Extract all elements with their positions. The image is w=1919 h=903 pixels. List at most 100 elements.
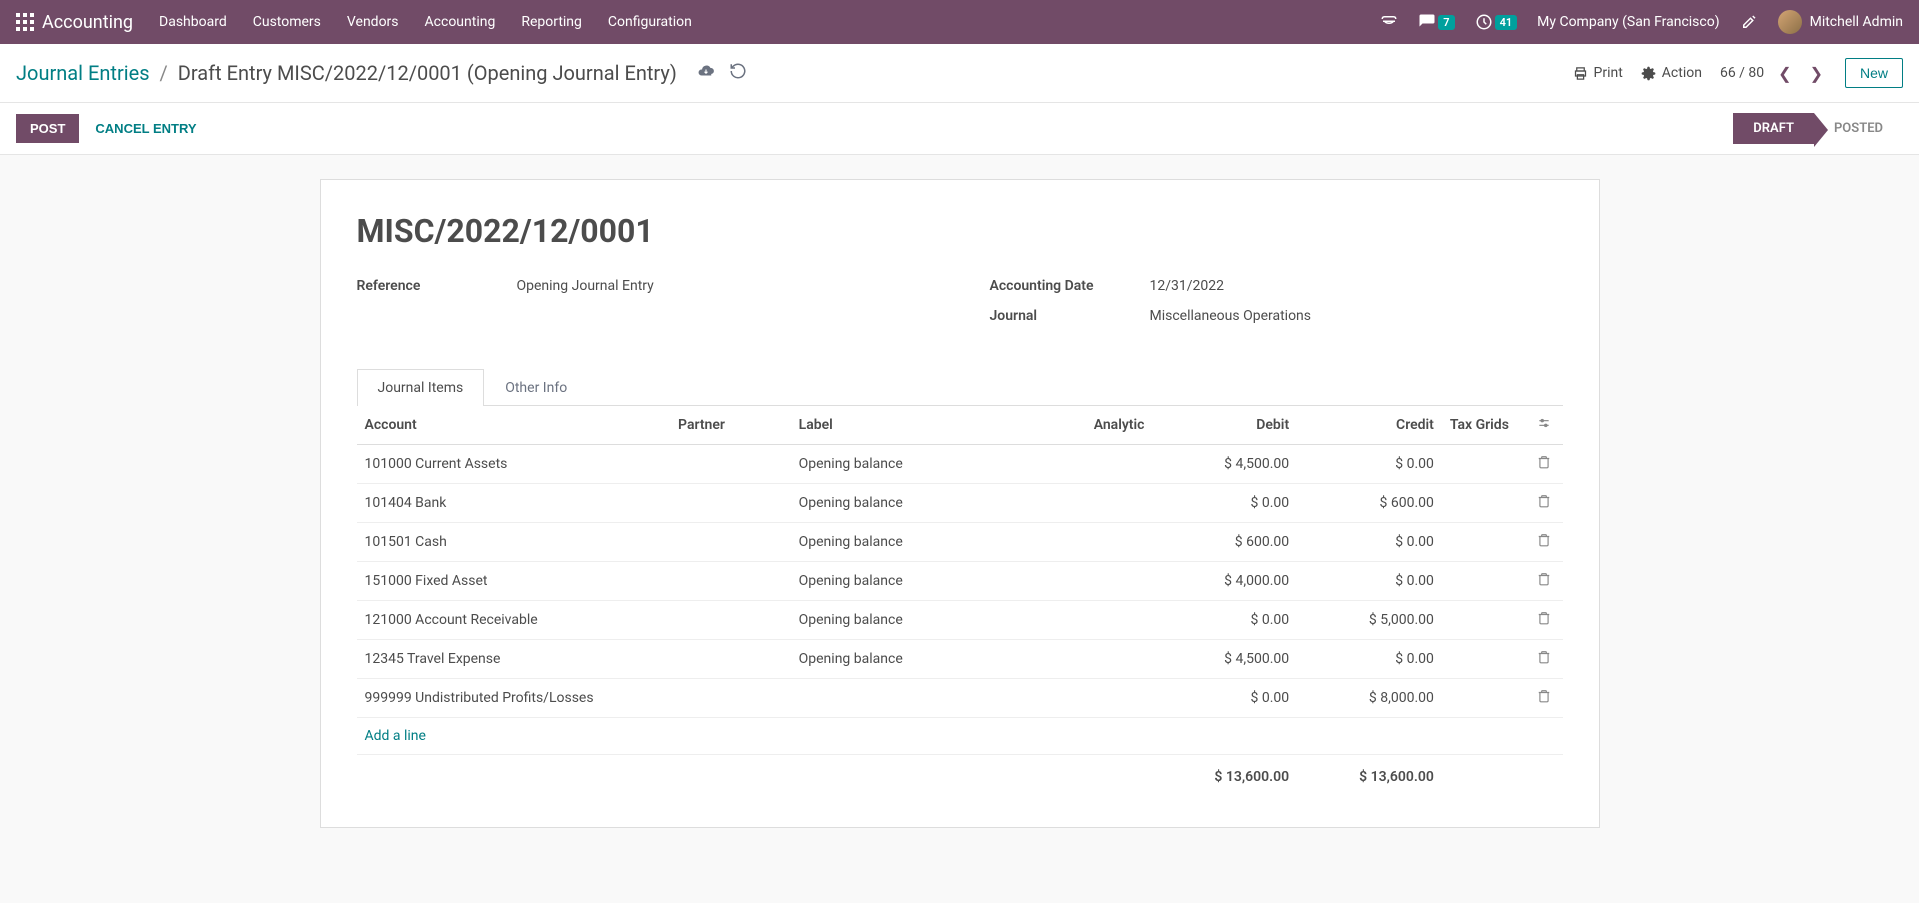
accounting-date-value[interactable]: 12/31/2022 (1150, 278, 1225, 294)
action-button[interactable]: Action (1641, 65, 1702, 81)
nav-reporting[interactable]: Reporting (521, 14, 582, 30)
tools-icon[interactable] (1740, 13, 1758, 31)
cell-debit[interactable]: $ 4,000.00 (1152, 562, 1297, 601)
delete-row-icon[interactable] (1526, 484, 1562, 523)
cell-debit[interactable]: $ 4,500.00 (1152, 640, 1297, 679)
cell-debit[interactable]: $ 0.00 (1152, 601, 1297, 640)
delete-row-icon[interactable] (1526, 640, 1562, 679)
th-account[interactable]: Account (357, 406, 671, 445)
nav-vendors[interactable]: Vendors (347, 14, 399, 30)
delete-row-icon[interactable] (1526, 562, 1562, 601)
cell-tax-grids[interactable] (1442, 484, 1526, 523)
cell-partner[interactable] (670, 562, 791, 601)
tab-other-info[interactable]: Other Info (484, 369, 588, 406)
user-menu[interactable]: Mitchell Admin (1778, 10, 1903, 34)
cell-debit[interactable]: $ 0.00 (1152, 484, 1297, 523)
phone-icon[interactable] (1380, 13, 1398, 31)
cell-label[interactable]: Opening balance (791, 523, 1008, 562)
cell-analytic[interactable] (1008, 445, 1153, 484)
th-credit[interactable]: Credit (1297, 406, 1442, 445)
pager-text[interactable]: 66 / 80 (1720, 65, 1764, 81)
th-analytic[interactable]: Analytic (1008, 406, 1153, 445)
cell-credit[interactable]: $ 5,000.00 (1297, 601, 1442, 640)
status-draft[interactable]: DRAFT (1733, 113, 1814, 144)
cell-analytic[interactable] (1008, 523, 1153, 562)
cell-partner[interactable] (670, 445, 791, 484)
new-button[interactable]: New (1845, 58, 1903, 88)
cell-analytic[interactable] (1008, 640, 1153, 679)
print-button[interactable]: Print (1573, 65, 1623, 81)
pager-next-icon[interactable]: ❯ (1806, 64, 1827, 83)
cell-label[interactable]: Opening balance (791, 562, 1008, 601)
table-row[interactable]: 12345 Travel Expense Opening balance $ 4,5… (357, 640, 1563, 679)
company-selector[interactable]: My Company (San Francisco) (1537, 14, 1719, 30)
nav-accounting[interactable]: Accounting (425, 14, 496, 30)
delete-row-icon[interactable] (1526, 601, 1562, 640)
cell-debit[interactable]: $ 600.00 (1152, 523, 1297, 562)
cell-label[interactable]: Opening balance (791, 445, 1008, 484)
cell-partner[interactable] (670, 679, 791, 718)
nav-customers[interactable]: Customers (253, 14, 321, 30)
breadcrumb-root[interactable]: Journal Entries (16, 61, 150, 85)
delete-row-icon[interactable] (1526, 445, 1562, 484)
discard-icon[interactable] (729, 61, 747, 85)
delete-row-icon[interactable] (1526, 523, 1562, 562)
cell-credit[interactable]: $ 0.00 (1297, 640, 1442, 679)
cell-tax-grids[interactable] (1442, 679, 1526, 718)
cell-tax-grids[interactable] (1442, 601, 1526, 640)
table-row[interactable]: 101404 Bank Opening balance $ 0.00$ 600.00 (357, 484, 1563, 523)
reference-value[interactable]: Opening Journal Entry (517, 278, 654, 294)
add-line-button[interactable]: Add a line (365, 728, 426, 744)
cell-tax-grids[interactable] (1442, 445, 1526, 484)
cell-partner[interactable] (670, 523, 791, 562)
nav-configuration[interactable]: Configuration (608, 14, 692, 30)
cell-credit[interactable]: $ 600.00 (1297, 484, 1442, 523)
th-partner[interactable]: Partner (670, 406, 791, 445)
th-debit[interactable]: Debit (1152, 406, 1297, 445)
cell-debit[interactable]: $ 4,500.00 (1152, 445, 1297, 484)
cell-label[interactable] (791, 679, 1008, 718)
pager-prev-icon[interactable]: ❮ (1774, 64, 1795, 83)
messages-icon[interactable]: 7 (1418, 13, 1454, 31)
cell-account[interactable]: 151000 Fixed Asset (357, 562, 671, 601)
cell-credit[interactable]: $ 8,000.00 (1297, 679, 1442, 718)
journal-value[interactable]: Miscellaneous Operations (1150, 308, 1312, 324)
cell-account[interactable]: 121000 Account Receivable (357, 601, 671, 640)
activities-icon[interactable]: 41 (1475, 13, 1518, 31)
cell-tax-grids[interactable] (1442, 523, 1526, 562)
cell-account[interactable]: 101404 Bank (357, 484, 671, 523)
cell-debit[interactable]: $ 0.00 (1152, 679, 1297, 718)
cell-label[interactable]: Opening balance (791, 484, 1008, 523)
cell-analytic[interactable] (1008, 679, 1153, 718)
table-row[interactable]: 121000 Account ReceivableOpening balance… (357, 601, 1563, 640)
cell-credit[interactable]: $ 0.00 (1297, 445, 1442, 484)
cell-account[interactable]: 12345 Travel Expense (357, 640, 671, 679)
cell-partner[interactable] (670, 601, 791, 640)
cell-analytic[interactable] (1008, 601, 1153, 640)
cell-tax-grids[interactable] (1442, 562, 1526, 601)
post-button[interactable]: POST (16, 114, 79, 143)
cell-account[interactable]: 999999 Undistributed Profits/Losses (357, 679, 671, 718)
status-posted[interactable]: POSTED (1814, 113, 1903, 144)
cell-analytic[interactable] (1008, 562, 1153, 601)
cancel-entry-button[interactable]: CANCEL ENTRY (91, 114, 200, 143)
tab-journal-items[interactable]: Journal Items (357, 369, 485, 406)
cell-credit[interactable]: $ 0.00 (1297, 523, 1442, 562)
app-name[interactable]: Accounting (42, 12, 133, 33)
cell-account[interactable]: 101000 Current Assets (357, 445, 671, 484)
th-options[interactable] (1526, 406, 1562, 445)
table-row[interactable]: 999999 Undistributed Profits/Losses $ 0.0… (357, 679, 1563, 718)
cloud-save-icon[interactable] (697, 61, 715, 85)
table-row[interactable]: 101000 Current Assets Opening balance $ 4,… (357, 445, 1563, 484)
cell-partner[interactable] (670, 484, 791, 523)
nav-dashboard[interactable]: Dashboard (159, 14, 227, 30)
th-label[interactable]: Label (791, 406, 1008, 445)
cell-partner[interactable] (670, 640, 791, 679)
cell-account[interactable]: 101501 Cash (357, 523, 671, 562)
th-tax-grids[interactable]: Tax Grids (1442, 406, 1526, 445)
apps-icon[interactable] (16, 13, 34, 31)
cell-tax-grids[interactable] (1442, 640, 1526, 679)
cell-credit[interactable]: $ 0.00 (1297, 562, 1442, 601)
delete-row-icon[interactable] (1526, 679, 1562, 718)
cell-label[interactable]: Opening balance (791, 640, 1008, 679)
